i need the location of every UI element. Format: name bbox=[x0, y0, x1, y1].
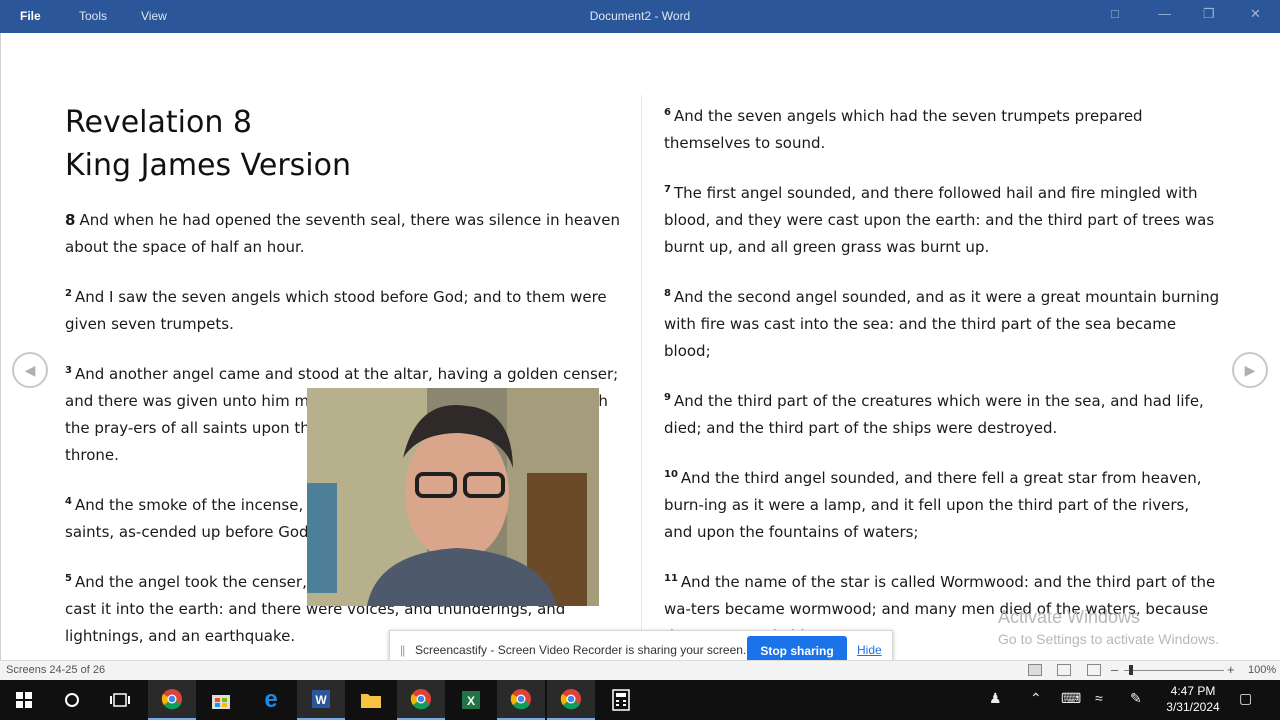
task-view-button[interactable] bbox=[96, 680, 144, 720]
cortana-icon bbox=[65, 693, 79, 707]
taskbar-chrome-profile-1[interactable] bbox=[397, 680, 445, 720]
taskbar-store[interactable] bbox=[197, 680, 245, 720]
chrome-icon bbox=[161, 689, 182, 710]
taskbar-chrome[interactable] bbox=[148, 680, 196, 720]
hide-link[interactable]: Hide bbox=[857, 643, 882, 657]
taskbar-excel[interactable]: X bbox=[447, 680, 495, 720]
webcam-video bbox=[307, 388, 599, 606]
wifi-icon[interactable]: ≈ bbox=[1095, 690, 1103, 706]
read-mode-icon[interactable] bbox=[1028, 664, 1042, 676]
task-view-icon bbox=[110, 693, 130, 707]
verse-number: 6 bbox=[664, 107, 671, 118]
chevron-up-icon[interactable]: ⌃ bbox=[1030, 690, 1042, 707]
heading-line-1: Revelation 8 bbox=[65, 105, 252, 140]
verse-text: And the third angel sounded, and there f… bbox=[664, 469, 1202, 541]
taskbar-edge[interactable]: e bbox=[247, 680, 295, 720]
svg-text:W: W bbox=[315, 693, 327, 707]
verse-number: 11 bbox=[664, 573, 678, 584]
verse: 7 The first angel sounded, and there foll… bbox=[664, 176, 1220, 261]
webcam-overlay bbox=[307, 388, 599, 606]
activate-title: Activate Windows bbox=[998, 607, 1141, 627]
taskbar-word[interactable]: W bbox=[297, 680, 345, 720]
verse: 9 And the third part of the creatures whi… bbox=[664, 384, 1220, 442]
chevron-left-icon: ◀ bbox=[24, 362, 36, 378]
pen-icon[interactable]: ✎ bbox=[1130, 690, 1142, 707]
store-icon bbox=[212, 695, 230, 709]
activate-windows-watermark: Activate Windows Go to Settings to activ… bbox=[998, 606, 1219, 648]
chrome-icon bbox=[510, 689, 531, 710]
people-icon[interactable]: ♟ bbox=[989, 690, 1002, 707]
notifications-icon[interactable]: ▢ bbox=[1239, 690, 1252, 707]
edge-icon: e bbox=[264, 686, 278, 713]
drag-handle-icon[interactable]: || bbox=[400, 643, 405, 657]
svg-text:X: X bbox=[467, 694, 475, 708]
input-language-icon[interactable]: ⌨ bbox=[1061, 690, 1081, 707]
taskbar-chrome-profile-2[interactable] bbox=[497, 680, 545, 720]
next-page-button[interactable]: ▶ bbox=[1232, 352, 1268, 388]
verse-number: 2 bbox=[65, 288, 72, 299]
verse-number: 3 bbox=[65, 365, 72, 376]
zoom-out-icon[interactable]: – bbox=[1111, 662, 1118, 677]
verse-number: 10 bbox=[664, 469, 678, 480]
previous-page-button[interactable]: ◀ bbox=[12, 352, 48, 388]
taskbar-chrome-profile-3[interactable] bbox=[547, 680, 595, 720]
status-bar: Screens 24-25 of 26 – + 100% bbox=[0, 660, 1280, 680]
verse-text: And the second angel sounded, and as it … bbox=[664, 288, 1220, 360]
verse-number: 4 bbox=[65, 496, 72, 507]
taskbar-calculator[interactable] bbox=[597, 680, 645, 720]
folder-icon bbox=[361, 694, 381, 708]
calculator-icon bbox=[612, 689, 630, 711]
web-layout-icon[interactable] bbox=[1087, 664, 1101, 676]
title-bar: File Tools View Document2 - Word □ — ❐ ✕ bbox=[0, 0, 1280, 33]
verse-text: And the seven angels which had the seven… bbox=[664, 107, 1143, 152]
verse-text: And I saw the seven angels which stood b… bbox=[65, 288, 607, 333]
excel-icon: X bbox=[462, 691, 480, 709]
document-page: Revelation 8 King James Version 8 And whe… bbox=[0, 33, 1280, 662]
restore-icon[interactable]: ❐ bbox=[1203, 6, 1215, 22]
chrome-icon bbox=[560, 689, 581, 710]
print-layout-icon[interactable] bbox=[1057, 664, 1071, 676]
zoom-level[interactable]: 100% bbox=[1248, 664, 1276, 676]
verse-number: 8 bbox=[65, 211, 76, 229]
verse-number: 9 bbox=[664, 392, 671, 403]
zoom-slider[interactable] bbox=[1124, 670, 1224, 671]
window-title: Document2 - Word bbox=[589, 9, 691, 23]
taskbar-file-explorer[interactable] bbox=[347, 680, 395, 720]
verse-number: 8 bbox=[664, 288, 671, 299]
share-message: Screencastify - Screen Video Recorder is… bbox=[415, 643, 747, 657]
verse-text: And when he had opened the seventh seal,… bbox=[65, 211, 620, 256]
verse: 8 And the second angel sounded, and as it… bbox=[664, 280, 1220, 365]
verse-text: The first angel sounded, and there follo… bbox=[664, 184, 1215, 256]
heading-line-2: King James Version bbox=[65, 148, 351, 183]
clock-date: 3/31/2024 bbox=[1166, 700, 1220, 714]
taskbar: e W X ♟ ⌃ ⌨ ≈ ✎ 4:47 PM 3/31/2024 ▢ bbox=[0, 680, 1280, 720]
verse: 6 And the seven angels which had the seve… bbox=[664, 99, 1220, 157]
screen-count: Screens 24-25 of 26 bbox=[6, 664, 106, 676]
chevron-right-icon: ▶ bbox=[1244, 362, 1256, 378]
activate-subtitle: Go to Settings to activate Windows. bbox=[998, 631, 1219, 647]
focus-mode-icon[interactable]: □ bbox=[1111, 6, 1119, 21]
minimize-icon[interactable]: — bbox=[1158, 6, 1171, 21]
chrome-icon bbox=[410, 689, 431, 710]
taskbar-clock[interactable]: 4:47 PM 3/31/2024 bbox=[1160, 683, 1226, 715]
verse-number: 7 bbox=[664, 184, 671, 195]
right-column: 6 And the seven angels which had the seve… bbox=[664, 99, 1220, 669]
start-button[interactable] bbox=[0, 680, 48, 720]
search-button[interactable] bbox=[48, 680, 96, 720]
clock-time: 4:47 PM bbox=[1170, 684, 1216, 698]
word-icon: W bbox=[312, 690, 330, 708]
close-icon[interactable]: ✕ bbox=[1250, 6, 1261, 22]
verse: 2 And I saw the seven angels which stood … bbox=[65, 280, 621, 338]
verse: 10 And the third angel sounded, and there… bbox=[664, 461, 1220, 546]
zoom-in-icon[interactable]: + bbox=[1227, 662, 1235, 677]
column-divider bbox=[641, 95, 642, 662]
windows-logo-icon bbox=[16, 692, 32, 708]
verse: 8 And when he had opened the seventh seal… bbox=[65, 207, 621, 261]
zoom-slider-thumb[interactable] bbox=[1129, 665, 1133, 675]
verse-number: 5 bbox=[65, 573, 72, 584]
document-heading: Revelation 8 King James Version bbox=[65, 101, 621, 187]
verse-text: And the third part of the creatures whic… bbox=[664, 392, 1204, 437]
